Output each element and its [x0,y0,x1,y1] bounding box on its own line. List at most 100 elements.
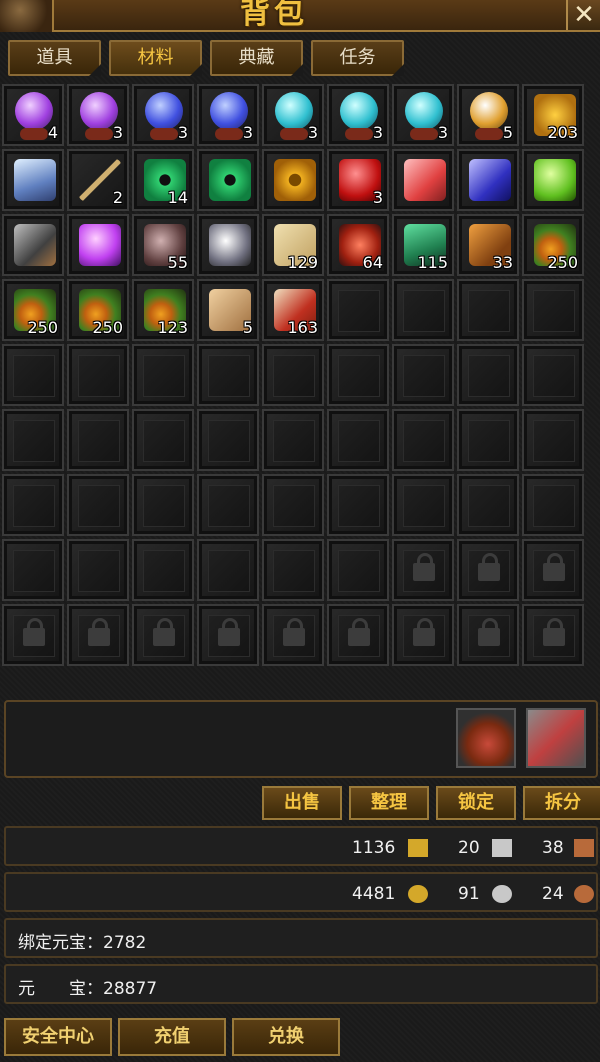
inventory-slot-item[interactable]: 123 [132,279,194,341]
inventory-slot-empty[interactable] [67,474,129,536]
inventory-slot-empty[interactable] [327,344,389,406]
inventory-slot-item[interactable]: 163 [262,279,324,341]
inventory-slot-empty[interactable] [132,344,194,406]
inventory-slot-item[interactable]: 3 [327,84,389,146]
close-button[interactable]: ✕ [566,0,600,30]
inventory-slot-locked[interactable] [522,604,584,666]
inventory-slot-empty[interactable] [2,474,64,536]
inventory-slot-empty[interactable] [522,279,584,341]
currency-row-coins: 4481 91 24 [4,872,598,912]
item-count: 250 [27,318,58,337]
inventory-slot-item[interactable]: 64 [327,214,389,276]
inventory-slot-empty[interactable] [2,539,64,601]
inventory-slot-empty[interactable] [327,474,389,536]
inventory-slot-item[interactable]: 3 [392,84,454,146]
tab-collection[interactable]: 典藏 [210,40,303,76]
inventory-slot-empty[interactable] [67,539,129,601]
inventory-slot-item[interactable] [522,149,584,211]
sell-button[interactable]: 出售 [262,786,342,820]
inventory-slot-item[interactable]: 250 [522,214,584,276]
inventory-slot-empty[interactable] [197,344,259,406]
inventory-slot-item[interactable] [457,149,519,211]
inventory-slot-item[interactable]: 3 [197,84,259,146]
inventory-slot-empty[interactable] [262,539,324,601]
inventory-slot-item[interactable]: 250 [2,279,64,341]
inventory-slot-item[interactable] [197,214,259,276]
split-button[interactable]: 拆分 [523,786,600,820]
inventory-slot-empty[interactable] [2,344,64,406]
inventory-slot-item[interactable]: 250 [67,279,129,341]
inventory-slot-locked[interactable] [197,604,259,666]
inventory-slot-item[interactable]: 3 [132,84,194,146]
inventory-slot-item[interactable]: 115 [392,214,454,276]
inventory-slot-item[interactable]: 33 [457,214,519,276]
bottom-button-bar: 安全中心 充值 兑换 [4,1018,340,1056]
silver-coin-count: 91 [458,884,480,904]
inventory-slot-empty[interactable] [392,344,454,406]
inventory-slot-empty[interactable] [522,344,584,406]
inventory-slot-empty[interactable] [522,409,584,471]
inventory-slot-item[interactable]: 55 [132,214,194,276]
inventory-slot-empty[interactable] [197,474,259,536]
inventory-slot-item[interactable]: 203 [522,84,584,146]
inventory-slot-empty[interactable] [457,344,519,406]
inventory-slot-empty[interactable] [132,539,194,601]
inventory-slot-item[interactable] [2,214,64,276]
exchange-button[interactable]: 兑换 [232,1018,340,1056]
inventory-slot-item[interactable]: 3 [262,84,324,146]
inventory-slot-locked[interactable] [67,604,129,666]
inventory-slot-empty[interactable] [197,409,259,471]
inventory-slot-empty[interactable] [457,279,519,341]
item-count: 33 [492,253,513,272]
inventory-slot-item[interactable]: 3 [67,84,129,146]
inventory-slot-item[interactable]: 14 [132,149,194,211]
treasure-bag-icon[interactable] [456,708,516,768]
inventory-slot-empty[interactable] [457,474,519,536]
lock-button[interactable]: 锁定 [436,786,516,820]
inventory-slot-item[interactable] [2,149,64,211]
inventory-slot-item[interactable]: 5 [197,279,259,341]
inventory-slot-item[interactable]: 2 [67,149,129,211]
inventory-slot-empty[interactable] [327,539,389,601]
inventory-slot-empty[interactable] [262,474,324,536]
inventory-slot-locked[interactable] [2,604,64,666]
inventory-slot-empty[interactable] [457,409,519,471]
inventory-slot-locked[interactable] [132,604,194,666]
inventory-slot-locked[interactable] [522,539,584,601]
inventory-slot-empty[interactable] [67,409,129,471]
inventory-slot-empty[interactable] [392,409,454,471]
inventory-slot-item[interactable] [262,149,324,211]
inventory-slot-item[interactable] [197,149,259,211]
inventory-slot-locked[interactable] [327,604,389,666]
inventory-slot-empty[interactable] [197,539,259,601]
inventory-slot-item[interactable] [67,214,129,276]
inventory-slot-empty[interactable] [392,279,454,341]
inventory-slot-locked[interactable] [457,539,519,601]
inventory-slot-empty[interactable] [522,474,584,536]
inventory-slot-locked[interactable] [262,604,324,666]
tab-materials[interactable]: 材料 [109,40,202,76]
inventory-slot-empty[interactable] [327,409,389,471]
inventory-slot-item[interactable]: 4 [2,84,64,146]
inventory-slot-empty[interactable] [262,344,324,406]
inventory-slot-empty[interactable] [327,279,389,341]
tab-quest[interactable]: 任务 [311,40,404,76]
inventory-slot-locked[interactable] [392,604,454,666]
inventory-slot-empty[interactable] [132,474,194,536]
inventory-slot-item[interactable]: 129 [262,214,324,276]
tab-props[interactable]: 道具 [8,40,101,76]
inventory-slot-empty[interactable] [392,474,454,536]
sort-button[interactable]: 整理 [349,786,429,820]
inventory-slot-locked[interactable] [457,604,519,666]
inventory-slot-item[interactable] [392,149,454,211]
recharge-button[interactable]: 充值 [118,1018,226,1056]
inventory-slot-empty[interactable] [67,344,129,406]
inventory-slot-locked[interactable] [392,539,454,601]
treasure-chest-icon[interactable] [526,708,586,768]
security-center-button[interactable]: 安全中心 [4,1018,112,1056]
inventory-slot-empty[interactable] [262,409,324,471]
inventory-slot-empty[interactable] [2,409,64,471]
inventory-slot-empty[interactable] [132,409,194,471]
inventory-slot-item[interactable]: 3 [327,149,389,211]
inventory-slot-item[interactable]: 5 [457,84,519,146]
